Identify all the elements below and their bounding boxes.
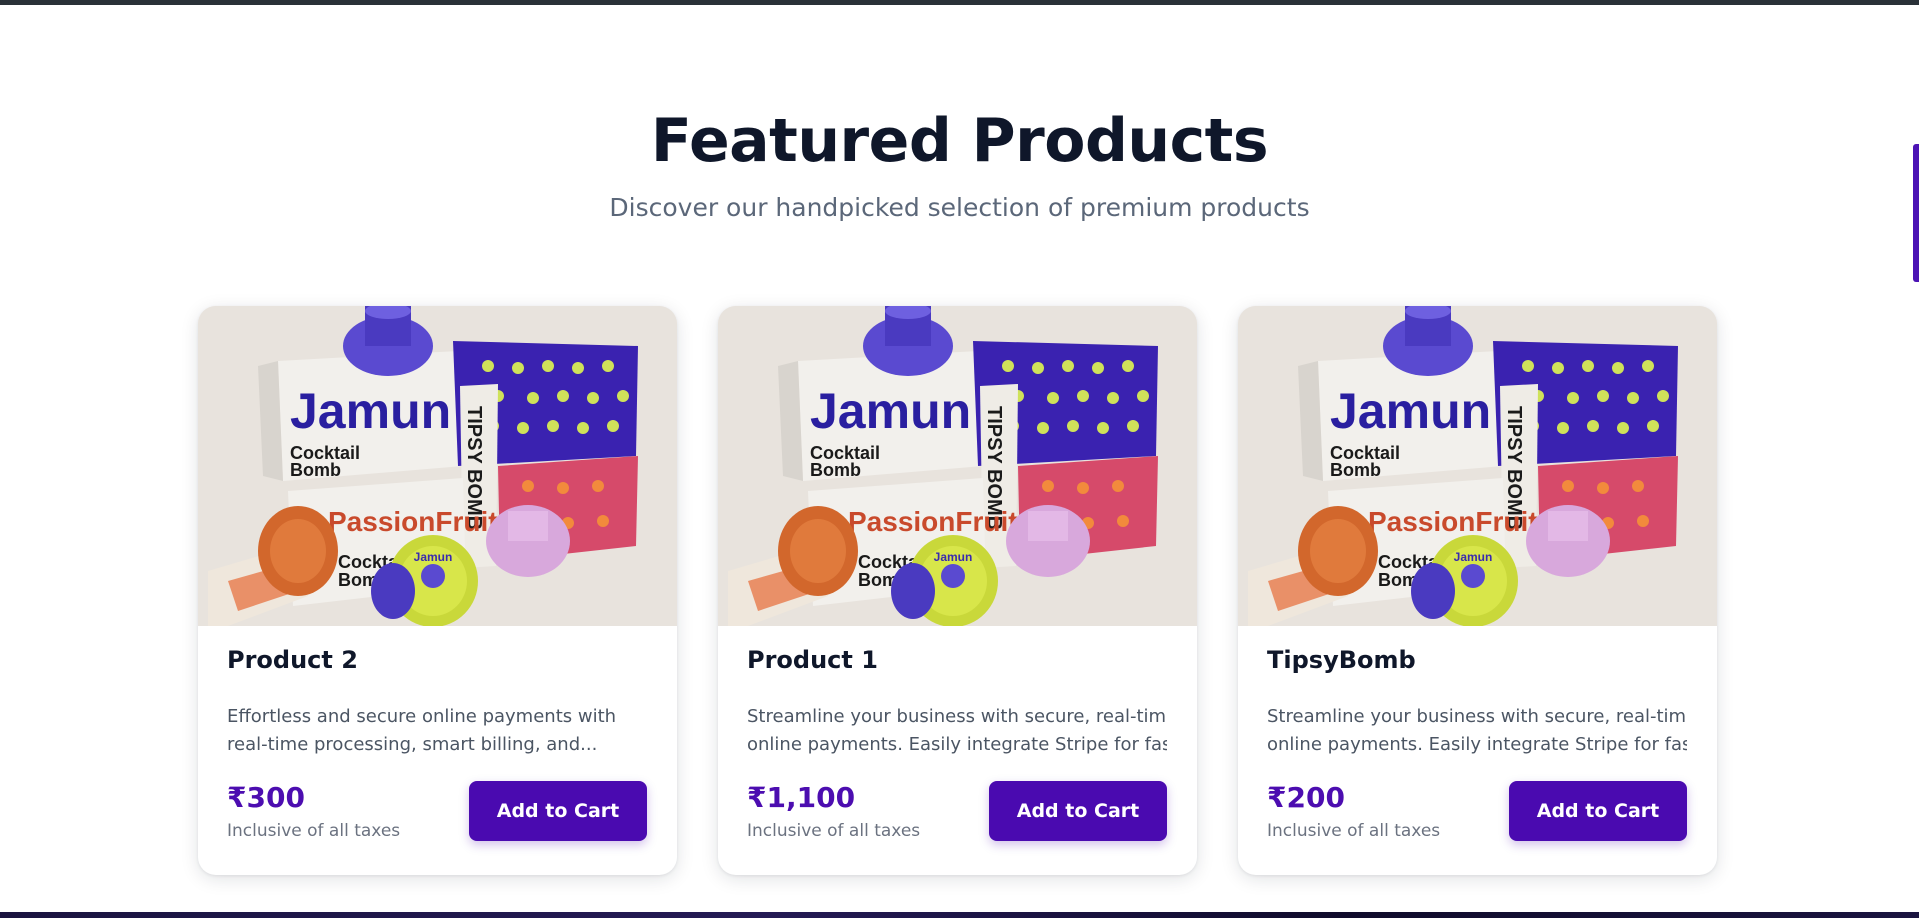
tax-note: Inclusive of all taxes [227,821,401,841]
product-description: Streamline your business with secure, re… [1267,703,1687,759]
product-description: Streamline your business with secure, re… [747,703,1167,759]
box-brand-text: Jamun [1330,383,1491,439]
box-brand-text: Jamun [290,383,451,439]
add-to-cart-button[interactable]: Add to Cart [989,781,1167,841]
product-name[interactable]: Product 2 [227,644,358,676]
capsule-text: Jamun [1454,550,1493,564]
product-description-line: Streamline your business with secure, re… [747,706,1167,727]
product-price: ₹1,100 [747,781,856,814]
box-brand-text: Jamun [810,383,971,439]
add-to-cart-button[interactable]: Add to Cart [1509,781,1687,841]
product-image[interactable]: Jamun Cocktail Bomb TIPSY BOMB PassionFr… [718,306,1197,626]
box-line2-text: Bomb [290,460,341,480]
product-packaging-illustration: Jamun Cocktail Bomb TIPSY BOMB PassionFr… [718,306,1197,626]
product-description-line: online payments. Easily integrate Stripe… [747,734,1167,755]
box-brand2-text: PassionFruit [848,506,1018,537]
product-price: ₹300 [227,781,305,814]
product-card[interactable]: Jamun Cocktail Bomb TIPSY BOMB PassionFr… [718,306,1197,875]
product-price: ₹200 [1267,781,1345,814]
section-subtitle: Discover our handpicked selection of pre… [609,193,1310,222]
product-packaging-illustration: Jamun Cocktail Bomb TIPSY BOMB PassionFr… [1238,306,1717,626]
product-card[interactable]: Jamun Cocktail Bomb TIPSY BOMB PassionFr… [1238,306,1717,875]
box-line2-text: Bomb [1330,460,1381,480]
product-packaging-illustration: Jamun Cocktail Bomb TIPSY BOMB PassionFr… [198,306,677,626]
product-description-line: Streamline your business with secure, re… [1267,706,1687,727]
next-section-edge [0,912,1919,918]
section-title: Featured Products [650,106,1269,176]
box-brand2-text: PassionFruit [328,506,498,537]
product-image[interactable]: Jamun Cocktail Bomb TIPSY BOMB PassionFr… [1238,306,1717,626]
product-name[interactable]: Product 1 [747,644,878,676]
product-description: Effortless and secure online payments wi… [227,703,647,759]
product-description-line: real-time processing, smart billing, and… [227,734,598,755]
box-line2-text: Bomb [810,460,861,480]
capsule-text: Jamun [934,550,973,564]
product-description-line: Effortless and secure online payments wi… [227,706,617,727]
box-brand2-text: PassionFruit [1368,506,1538,537]
product-image[interactable]: Jamun Cocktail Bomb TIPSY BOMB PassionFr… [198,306,677,626]
product-name[interactable]: TipsyBomb [1267,644,1416,676]
product-card[interactable]: Jamun Cocktail Bomb TIPSY BOMB PassionFr… [198,306,677,875]
capsule-text: Jamun [414,550,453,564]
top-border [0,0,1919,5]
add-to-cart-button[interactable]: Add to Cart [469,781,647,841]
product-description-line: online payments. Easily integrate Stripe… [1267,734,1687,755]
tax-note: Inclusive of all taxes [1267,821,1441,841]
tax-note: Inclusive of all taxes [747,821,921,841]
